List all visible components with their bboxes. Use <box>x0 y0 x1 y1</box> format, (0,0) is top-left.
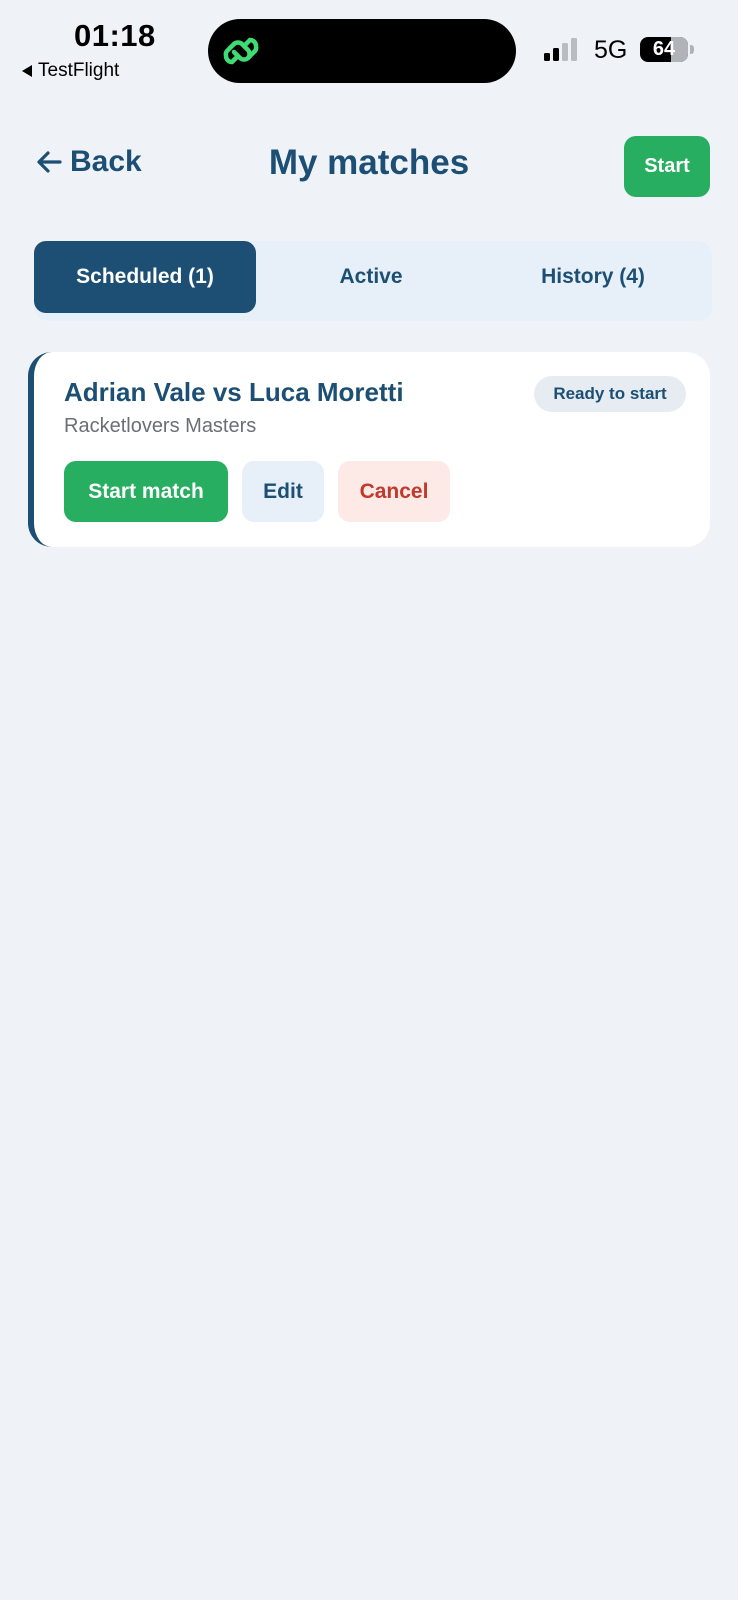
screen: 01:18 TestFlight 5G 64 Back My matches S… <box>0 0 738 1600</box>
battery-level: 64 <box>652 38 676 60</box>
status-time: 01:18 <box>74 18 156 53</box>
tab-scheduled[interactable]: Scheduled (1) <box>34 241 256 313</box>
signal-icon <box>544 38 577 61</box>
tab-history[interactable]: History (4) <box>482 241 704 313</box>
tab-active[interactable]: Active <box>260 241 482 313</box>
network-type: 5G <box>594 36 628 64</box>
start-button[interactable]: Start <box>624 136 710 197</box>
match-tournament: Racketlovers Masters <box>64 415 257 437</box>
match-title: Adrian Vale vs Luca Moretti <box>64 377 404 407</box>
back-triangle-icon <box>22 65 32 77</box>
cancel-button[interactable]: Cancel <box>338 461 450 522</box>
linked-rings-icon <box>223 37 259 65</box>
match-card: Adrian Vale vs Luca Moretti Racketlovers… <box>28 352 710 547</box>
dynamic-island <box>208 19 516 83</box>
battery-icon: 64 <box>640 37 688 62</box>
edit-button[interactable]: Edit <box>242 461 324 522</box>
match-tabs: Scheduled (1) Active History (4) <box>34 241 712 321</box>
battery-cap <box>690 45 694 54</box>
status-badge: Ready to start <box>534 376 686 412</box>
status-back-label: TestFlight <box>38 60 120 81</box>
start-match-button[interactable]: Start match <box>64 461 228 522</box>
status-back-to-app[interactable]: TestFlight <box>22 60 119 82</box>
